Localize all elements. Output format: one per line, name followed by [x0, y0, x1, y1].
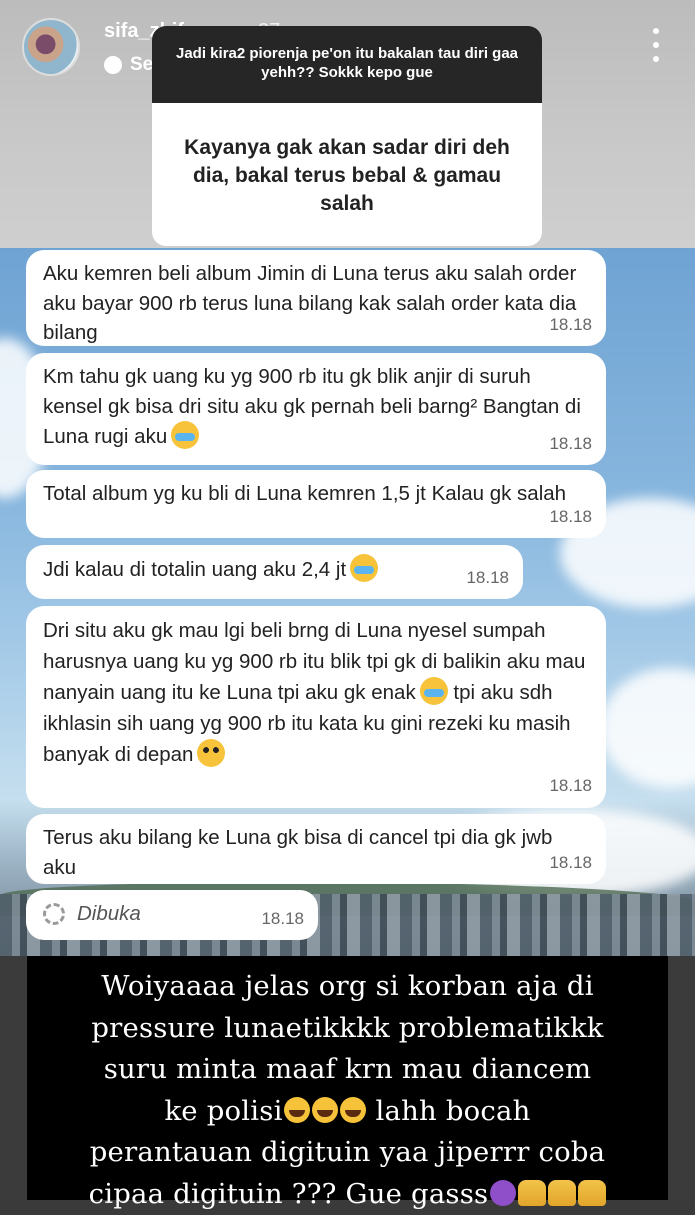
pleading-face-icon [197, 739, 225, 767]
message-text: Total album yg ku bli di Luna kemren 1,5… [43, 479, 590, 509]
translate-icon [104, 56, 122, 74]
caption-text: cipaa digituin ??? Gue gasss [89, 1178, 489, 1210]
message-time: 18.18 [549, 848, 592, 878]
message-bubble: Terus aku bilang ke Luna gk bisa di canc… [26, 814, 606, 884]
message-time: 18.18 [549, 770, 592, 801]
caption-box: Woiyaaaa jelas org si korban aja di pres… [27, 956, 668, 1200]
opened-status: Dibuka 18.18 [26, 890, 318, 940]
message-bubble: Aku kemren beli album Jimin di Luna teru… [26, 250, 606, 346]
cloud [600, 668, 695, 788]
message-bubble: Total album yg ku bli di Luna kemren 1,5… [26, 470, 606, 538]
message-text: Aku kemren beli album Jimin di Luna teru… [43, 259, 590, 348]
question-sticker: Jadi kira2 piorenja pe'on itu bakalan ta… [152, 26, 542, 246]
opened-label: Dibuka [77, 899, 141, 929]
crying-face-icon [420, 677, 448, 705]
crying-face-icon [350, 554, 378, 582]
caption-line: Woiyaaaa jelas org si korban aja di [33, 966, 662, 1008]
message-time: 18.18 [549, 310, 592, 340]
crying-face-icon [171, 421, 199, 449]
message-time: 18.18 [466, 563, 509, 593]
caption-line: suru minta maaf krn mau diancem [33, 1049, 662, 1091]
caption-area: Woiyaaaa jelas org si korban aja di pres… [0, 956, 695, 1200]
caption-line: ke polisi lahh bocah [33, 1091, 662, 1133]
caption-line: cipaa digituin ??? Gue gasss [33, 1174, 662, 1215]
avatar[interactable] [22, 18, 80, 76]
chat-screenshot: Aku kemren beli album Jimin di Luna teru… [0, 248, 695, 956]
devil-icon [490, 1180, 516, 1206]
raised-hands-icon [518, 1180, 546, 1206]
rofl-icon [340, 1097, 366, 1123]
caption-line: perantauan digituin yaa jiperrr coba [33, 1132, 662, 1174]
rofl-icon [284, 1097, 310, 1123]
message-time: 18.18 [549, 429, 592, 459]
raised-hands-icon [578, 1180, 606, 1206]
message-time: 18.18 [549, 502, 592, 532]
answer-text: Kayanya gak akan sadar diri deh dia, bak… [152, 103, 542, 218]
loading-icon [43, 903, 65, 925]
more-options-icon[interactable] [653, 28, 659, 62]
message-text: Jdi kalau di totalin uang aku 2,4 jt [43, 558, 346, 581]
opened-time: 18.18 [261, 904, 304, 934]
question-text: Jadi kira2 piorenja pe'on itu bakalan ta… [152, 26, 542, 103]
message-text: Km tahu gk uang ku yg 900 rb itu gk blik… [43, 365, 581, 448]
message-bubble: Jdi kalau di totalin uang aku 2,4 jt 18.… [26, 545, 523, 599]
caption-text: lahh bocah [367, 1095, 531, 1127]
story-header: sifa_zhifarra 37m See translation Jadi k… [0, 0, 695, 248]
caption-line: pressure lunaetikkkk problematikkk [33, 1008, 662, 1050]
rofl-icon [312, 1097, 338, 1123]
raised-hands-icon [548, 1180, 576, 1206]
message-bubble: Km tahu gk uang ku yg 900 rb itu gk blik… [26, 353, 606, 465]
caption-text: ke polisi [164, 1095, 282, 1127]
message-text: Terus aku bilang ke Luna gk bisa di canc… [43, 823, 590, 882]
message-bubble: Dri situ aku gk mau lgi beli brng di Lun… [26, 606, 606, 808]
